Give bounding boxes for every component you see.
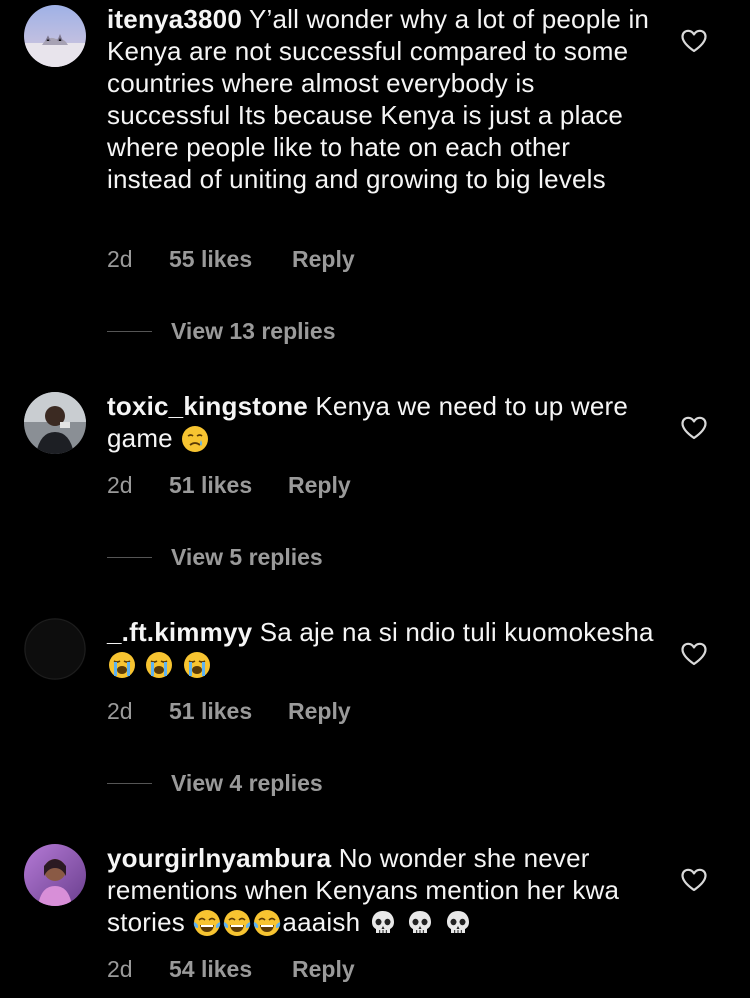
comment-time: 2d (107, 246, 133, 272)
comment-text: Sa aje na si ndio tuli kuomokesha (259, 617, 654, 647)
loudly-crying-face-emoji (183, 651, 211, 679)
view-replies-label: View 5 replies (171, 544, 323, 570)
loudly-crying-face-emoji (145, 651, 173, 679)
view-replies-label: View 4 replies (171, 770, 323, 796)
avatar[interactable] (24, 392, 86, 454)
skull-emoji (369, 909, 397, 937)
likes-count[interactable]: 51 likes (169, 472, 288, 499)
skull-emoji (444, 909, 472, 937)
replies-divider (107, 783, 152, 784)
username[interactable]: yourgirlnyambura (107, 843, 331, 873)
replies-divider (107, 557, 152, 558)
heart-outline-icon[interactable] (681, 416, 707, 440)
comment-time: 2d (107, 698, 133, 724)
likes-count[interactable]: 51 likes (169, 698, 288, 725)
view-replies-button[interactable]: View 5 replies (107, 544, 323, 571)
tears-of-joy-emoji (223, 909, 251, 937)
crying-face-emoji (181, 425, 209, 453)
skull-emoji (406, 909, 434, 937)
tears-of-joy-emoji (253, 909, 281, 937)
heart-outline-icon[interactable] (681, 868, 707, 892)
username[interactable]: toxic_kingstone (107, 391, 308, 421)
reply-button[interactable]: Reply (292, 246, 355, 273)
likes-count[interactable]: 55 likes (169, 246, 292, 273)
reply-button[interactable]: Reply (292, 956, 355, 983)
username[interactable]: _.ft.kimmyy (107, 617, 252, 647)
view-replies-button[interactable]: View 13 replies (107, 318, 336, 345)
heart-outline-icon[interactable] (681, 642, 707, 666)
reply-button[interactable]: Reply (288, 698, 351, 725)
replies-divider (107, 331, 152, 332)
avatar[interactable] (24, 5, 86, 67)
avatar[interactable] (24, 618, 86, 680)
view-replies-button[interactable]: View 4 replies (107, 770, 323, 797)
comment-time: 2d (107, 472, 133, 498)
likes-count[interactable]: 54 likes (169, 956, 292, 983)
comment-time: 2d (107, 956, 133, 982)
username[interactable]: itenya3800 (107, 4, 242, 34)
avatar[interactable] (24, 844, 86, 906)
tears-of-joy-emoji (193, 909, 221, 937)
heart-outline-icon[interactable] (681, 29, 707, 53)
view-replies-label: View 13 replies (171, 318, 336, 344)
comment-text-tail: aaaish (282, 907, 361, 937)
reply-button[interactable]: Reply (288, 472, 351, 499)
loudly-crying-face-emoji (108, 651, 136, 679)
